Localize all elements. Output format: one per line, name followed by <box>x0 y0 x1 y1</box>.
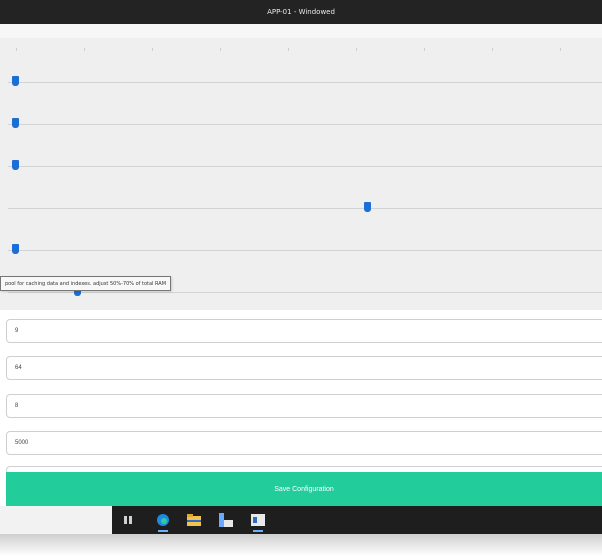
slider-5[interactable] <box>0 230 602 272</box>
window-titlebar: APP-01 - Windowed <box>0 0 602 24</box>
slider-4[interactable] <box>0 188 602 230</box>
slider-1[interactable] <box>0 62 602 104</box>
taskbar-search-box[interactable] <box>0 506 112 534</box>
slider-thumb[interactable] <box>12 76 19 86</box>
config-input-value: 5000 <box>15 440 29 446</box>
save-button-label: Save Configuration <box>274 485 334 493</box>
taskbar <box>0 506 602 534</box>
tooltip: pool for caching data and indexes. adjus… <box>0 276 172 291</box>
config-input-value: 9 <box>15 328 19 334</box>
slider-3[interactable] <box>0 146 602 188</box>
slider-thumb[interactable] <box>12 118 19 128</box>
file-explorer-icon[interactable] <box>186 512 202 528</box>
slider-thumb[interactable] <box>12 160 19 170</box>
config-input-value: 64 <box>15 365 22 371</box>
tooltip-text: pool for caching data and indexes. adjus… <box>5 280 167 287</box>
config-input-4[interactable]: 5000 <box>6 431 602 455</box>
bottom-shadow <box>0 534 602 556</box>
config-input-1[interactable]: 9 <box>6 319 602 343</box>
slider-thumb[interactable] <box>364 202 371 212</box>
app-icon[interactable] <box>218 512 234 528</box>
task-view-icon[interactable] <box>120 512 136 528</box>
slider-thumb[interactable] <box>12 244 19 254</box>
config-input-3[interactable]: 8 <box>6 394 602 418</box>
active-window-icon[interactable] <box>250 512 266 532</box>
slider-track[interactable] <box>8 250 602 251</box>
window-title: APP-01 - Windowed <box>267 8 335 16</box>
slider-2[interactable] <box>0 104 602 146</box>
slider-track[interactable] <box>8 82 602 83</box>
config-input-2[interactable]: 64 <box>6 356 602 380</box>
slider-track[interactable] <box>8 166 602 167</box>
edge-browser-icon[interactable] <box>155 512 171 532</box>
window-header-strip <box>0 24 602 38</box>
config-input-value: 8 <box>15 403 19 409</box>
slider-track[interactable] <box>8 124 602 125</box>
slider-track[interactable] <box>8 292 602 293</box>
slider-track[interactable] <box>8 208 602 209</box>
slider-panel <box>0 38 602 310</box>
save-configuration-button[interactable]: Save Configuration <box>6 472 602 506</box>
